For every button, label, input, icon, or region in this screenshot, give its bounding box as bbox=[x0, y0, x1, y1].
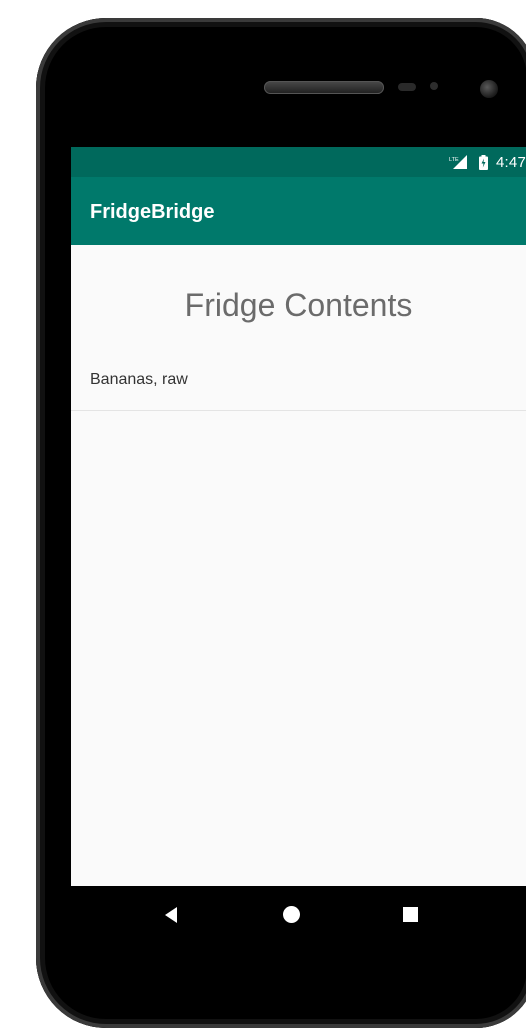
fridge-contents-list: Bananas, raw bbox=[71, 355, 526, 411]
svg-text:LTE: LTE bbox=[449, 157, 459, 163]
page-heading: Fridge Contents bbox=[184, 287, 413, 323]
clock: 4:47 bbox=[496, 153, 526, 171]
status-icons: LTE 4:47 bbox=[449, 153, 526, 171]
light-sensor bbox=[430, 82, 438, 90]
status-bar: LTE 4:47 bbox=[71, 147, 526, 177]
lte-signal-icon: LTE bbox=[449, 155, 467, 169]
app-title: FridgeBridge bbox=[90, 201, 215, 223]
proximity-sensor bbox=[398, 83, 416, 91]
back-icon[interactable] bbox=[165, 907, 177, 923]
battery-charging-icon bbox=[479, 154, 488, 170]
recents-icon[interactable] bbox=[403, 907, 418, 922]
navigation-bar bbox=[71, 886, 526, 946]
front-camera bbox=[480, 80, 498, 98]
list-item-label: Bananas, raw bbox=[90, 371, 188, 388]
device-screen: LTE 4:47 FridgeBridge Fridge Contents Ba… bbox=[71, 147, 526, 943]
home-icon[interactable] bbox=[283, 906, 300, 923]
earpiece-speaker bbox=[264, 81, 384, 94]
list-item[interactable]: Bananas, raw bbox=[71, 355, 526, 411]
app-bar: FridgeBridge bbox=[71, 177, 526, 245]
